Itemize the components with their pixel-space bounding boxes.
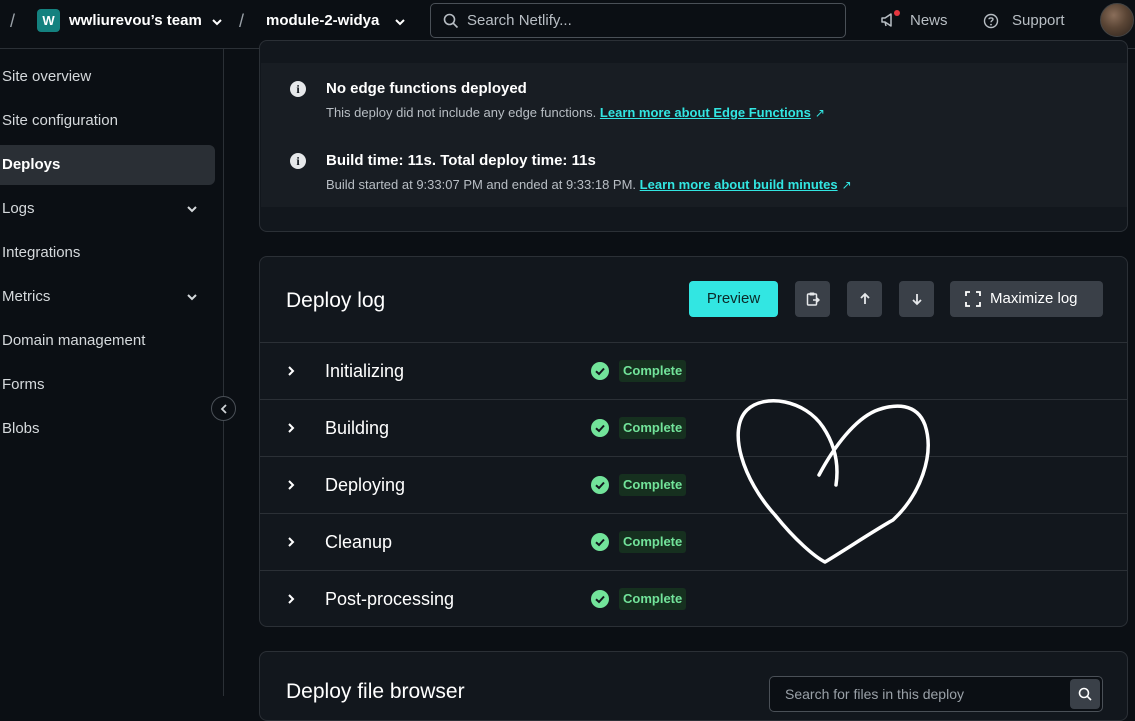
status-badge: Complete — [619, 588, 687, 610]
sidebar-item-logs[interactable]: Logs — [0, 189, 215, 229]
search-icon — [1078, 687, 1092, 701]
log-step-row[interactable]: Cleanup Complete — [260, 513, 1127, 570]
team-avatar[interactable]: W — [37, 9, 60, 32]
edge-functions-info: i No edge functions deployed This deploy… — [261, 63, 1127, 135]
hand-drawn-heart — [736, 399, 930, 564]
file-browser-card: Deploy file browser — [259, 651, 1128, 721]
log-step-row[interactable]: Building Complete — [260, 399, 1127, 456]
chevron-down-icon[interactable] — [393, 15, 407, 29]
chevron-down-icon — [187, 294, 197, 301]
maximize-log-button[interactable]: Maximize log — [950, 281, 1103, 317]
external-link-icon: ↗ — [814, 106, 825, 120]
clipboard-icon — [806, 292, 820, 306]
edge-functions-link[interactable]: Learn more about Edge Functions — [600, 105, 811, 120]
info-icon: i — [290, 81, 306, 97]
file-browser-title: Deploy file browser — [286, 680, 465, 703]
sidebar-item-label: Deploys — [2, 156, 61, 173]
chevron-down-icon[interactable] — [210, 15, 224, 29]
sidebar-item-label: Integrations — [2, 244, 81, 261]
team-switcher[interactable]: wwliurevou’s team — [69, 12, 202, 29]
arrow-up-icon — [860, 292, 870, 304]
chevron-left-icon — [220, 404, 227, 414]
collapse-sidebar-button[interactable] — [211, 396, 236, 421]
info-text: This deploy did not include any edge fun… — [326, 105, 825, 120]
sidebar-item-label: Domain management — [2, 332, 146, 349]
step-name: Building — [325, 418, 390, 438]
log-step-row[interactable]: Post-processing Complete — [260, 570, 1127, 627]
info-icon: i — [290, 153, 306, 169]
search-icon — [443, 13, 459, 29]
file-search-button[interactable] — [1070, 679, 1100, 709]
chevron-down-icon — [187, 206, 197, 213]
build-minutes-link[interactable]: Learn more about build minutes — [640, 177, 838, 192]
sidebar-item-label: Metrics — [2, 288, 51, 305]
sidebar-item-forms[interactable]: Forms — [0, 365, 215, 405]
site-switcher[interactable]: module-2-widya — [266, 12, 379, 29]
step-name: Cleanup — [325, 532, 393, 552]
sidebar-item-label: Logs — [2, 200, 35, 217]
breadcrumb-separator: / — [10, 11, 16, 31]
sidebar-item-domain-management[interactable]: Domain management — [0, 321, 215, 361]
log-step-row[interactable]: Deploying Complete — [260, 456, 1127, 513]
info-description: This deploy did not include any edge fun… — [326, 105, 597, 120]
sidebar-item-deploys[interactable]: Deploys — [0, 145, 215, 185]
sidebar-item-label: Site overview — [2, 68, 92, 85]
status-badge: Complete — [619, 474, 687, 496]
check-circle-icon — [591, 419, 609, 437]
log-step-row[interactable]: Initializing Complete — [260, 342, 1127, 399]
info-title: Build time: 11s. Total deploy time: 11s — [326, 152, 596, 169]
check-circle-icon — [591, 362, 609, 380]
arrow-down-icon — [912, 294, 922, 306]
chevron-right-icon — [288, 594, 295, 604]
maximize-label: Maximize log — [990, 290, 1078, 307]
maximize-icon — [965, 291, 981, 307]
check-circle-icon — [591, 476, 609, 494]
sidebar-item-label: Site configuration — [2, 112, 118, 129]
step-name: Initializing — [325, 361, 405, 381]
help-icon[interactable] — [983, 13, 999, 29]
sidebar-item-metrics[interactable]: Metrics — [0, 277, 215, 317]
sidebar-item-blobs[interactable]: Blobs — [0, 409, 215, 449]
breadcrumb-separator: / — [239, 11, 245, 31]
status-badge: Complete — [619, 360, 687, 382]
notification-dot — [894, 10, 900, 16]
sidebar-item-site-overview[interactable]: Site overview — [0, 57, 215, 97]
chevron-right-icon — [288, 423, 295, 433]
step-name: Post-processing — [325, 589, 455, 609]
copy-log-button[interactable] — [795, 281, 830, 317]
info-title: No edge functions deployed — [326, 80, 527, 97]
info-description: Build started at 9:33:07 PM and ended at… — [326, 177, 637, 192]
chevron-right-icon — [288, 480, 295, 490]
preview-button[interactable]: Preview — [689, 281, 778, 317]
file-search[interactable] — [769, 676, 1103, 712]
sidebar-item-label: Forms — [2, 376, 45, 393]
external-link-icon: ↗ — [841, 178, 852, 192]
check-circle-icon — [591, 533, 609, 551]
scroll-to-bottom-button[interactable] — [899, 281, 934, 317]
info-text: Build started at 9:33:07 PM and ended at… — [326, 177, 852, 192]
news-link[interactable]: News — [910, 12, 948, 29]
support-link[interactable]: Support — [1012, 12, 1065, 29]
chevron-right-icon — [288, 366, 295, 376]
step-name: Deploying — [325, 475, 406, 495]
deploy-log-title: Deploy log — [286, 289, 386, 312]
status-badge: Complete — [619, 531, 687, 553]
sidebar: Site overview Site configuration Deploys… — [0, 49, 224, 696]
sidebar-item-site-configuration[interactable]: Site configuration — [0, 101, 215, 141]
global-search[interactable] — [430, 3, 846, 38]
deploy-summary-card: i No edge functions deployed This deploy… — [259, 40, 1128, 232]
sidebar-item-integrations[interactable]: Integrations — [0, 233, 215, 273]
sidebar-item-label: Blobs — [2, 420, 40, 437]
build-time-info: i Build time: 11s. Total deploy time: 11… — [261, 135, 1127, 207]
scroll-to-top-button[interactable] — [847, 281, 882, 317]
check-circle-icon — [591, 590, 609, 608]
chevron-right-icon — [288, 537, 295, 547]
user-avatar[interactable] — [1100, 3, 1134, 37]
search-input[interactable] — [467, 4, 837, 37]
deploy-log-card: Deploy log Preview Maximize log Initiali… — [259, 256, 1128, 627]
status-badge: Complete — [619, 417, 687, 439]
file-search-input[interactable] — [785, 677, 1065, 711]
